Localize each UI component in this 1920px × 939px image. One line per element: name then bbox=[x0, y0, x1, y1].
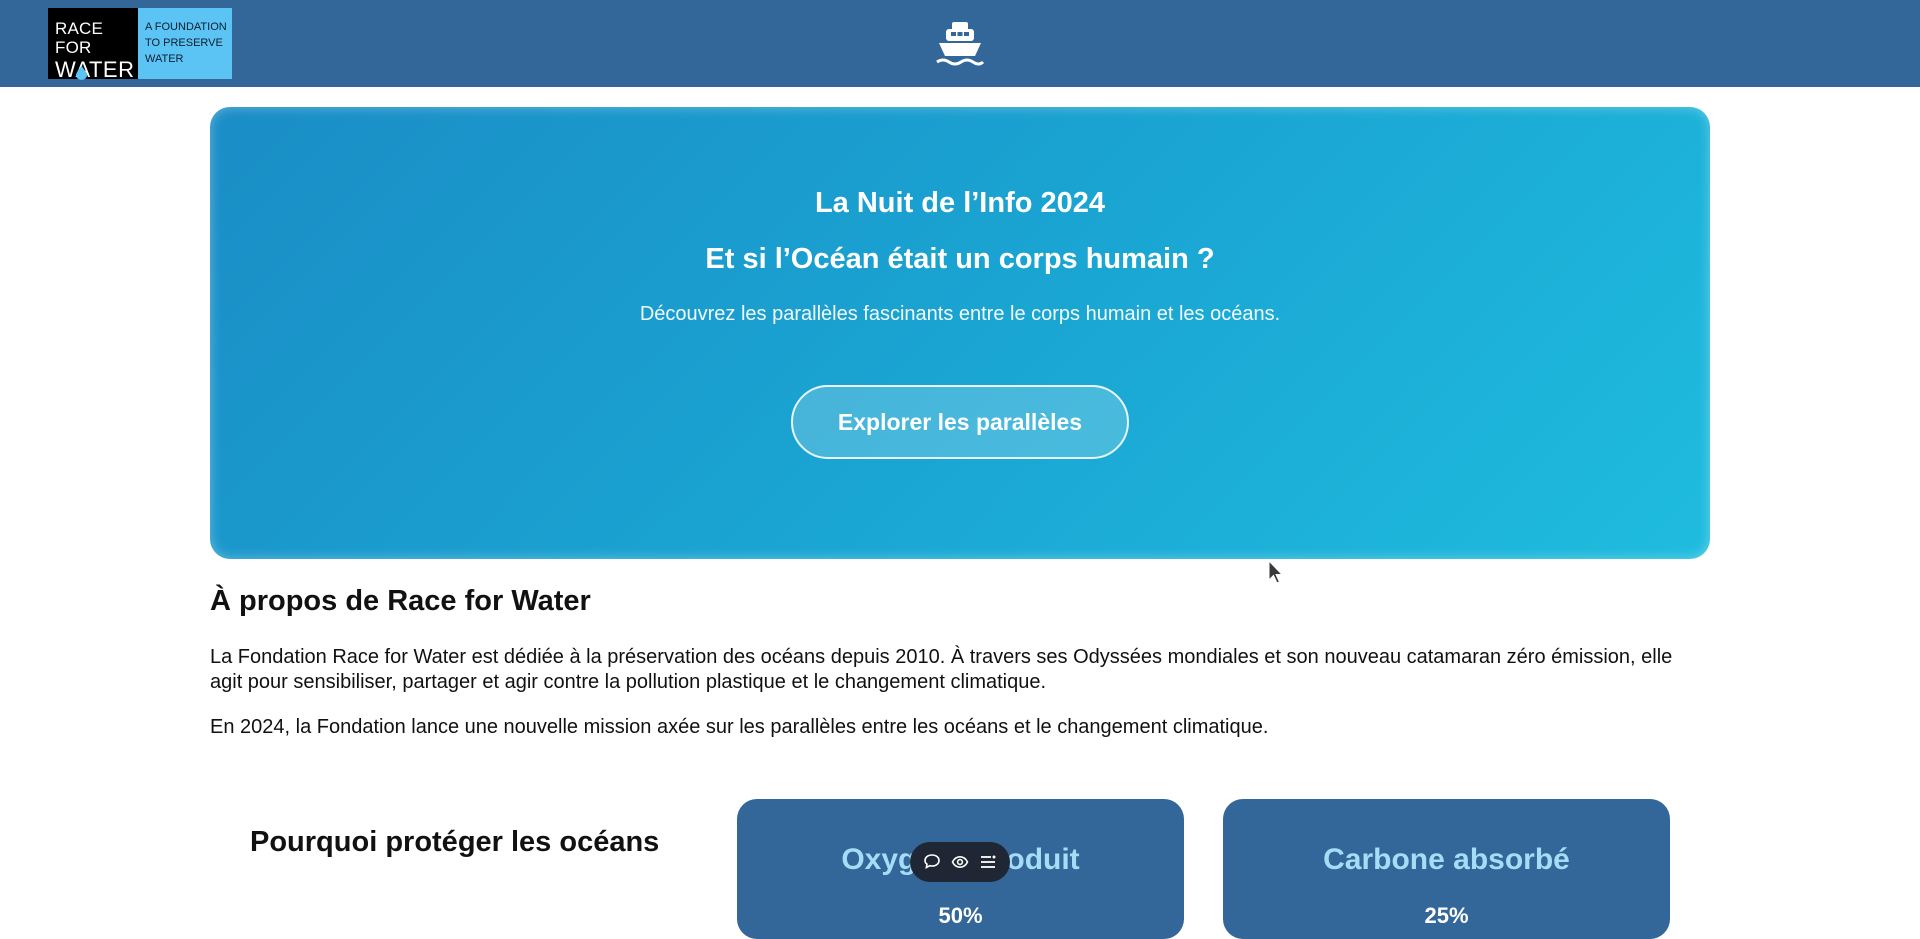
why-protect-oceans-title: Pourquoi protéger les océans bbox=[250, 826, 660, 858]
top-navbar: RACE FOR WATER A FOUNDATION TO PRESERVE … bbox=[0, 0, 1920, 87]
about-section-title: À propos de Race for Water bbox=[210, 585, 591, 617]
ship-icon[interactable] bbox=[935, 20, 985, 68]
hero-title: La Nuit de l’Info 2024 bbox=[814, 187, 1106, 219]
logo-tagline-line: WATER bbox=[145, 53, 184, 65]
comment-icon bbox=[924, 854, 940, 869]
menu-icon bbox=[981, 855, 996, 868]
logo-line2: WATER bbox=[55, 57, 138, 83]
logo-line1: RACE FOR bbox=[55, 19, 104, 57]
hero-subtitle: Et si l’Océan était un corps humain ? bbox=[705, 243, 1215, 275]
logo-line2-text: WATER bbox=[55, 57, 135, 82]
comment-button[interactable] bbox=[921, 851, 943, 873]
hero-banner: La Nuit de l’Info 2024 Et si l’Océan éta… bbox=[210, 107, 1710, 559]
stat-card-title: Carbone absorbé bbox=[1323, 843, 1570, 876]
water-drop-icon bbox=[76, 66, 87, 80]
about-paragraph: En 2024, la Fondation lance une nouvelle… bbox=[210, 716, 1269, 738]
logo-tagline: A FOUNDATION TO PRESERVE WATER bbox=[138, 8, 232, 79]
eye-icon bbox=[951, 855, 969, 869]
stat-card-carbon: Carbone absorbé 25% bbox=[1223, 799, 1670, 939]
explore-parallels-button[interactable]: Explorer les parallèles bbox=[791, 385, 1129, 459]
stat-card-value: 50% bbox=[938, 903, 983, 928]
mouse-pointer-icon bbox=[1268, 560, 1284, 584]
floating-toolbar bbox=[910, 842, 1010, 882]
logo-tagline-line: A FOUNDATION bbox=[145, 21, 227, 33]
menu-button[interactable] bbox=[977, 851, 999, 873]
logo-tagline-line: TO PRESERVE bbox=[145, 37, 223, 49]
logo-wordmark: RACE FOR WATER bbox=[48, 8, 138, 82]
view-button[interactable] bbox=[949, 851, 971, 873]
hero-description: Découvrez les parallèles fascinants entr… bbox=[639, 303, 1281, 325]
about-paragraph: La Fondation Race for Water est dédiée à… bbox=[210, 646, 1673, 693]
stat-card-value: 25% bbox=[1424, 903, 1469, 928]
race-for-water-logo[interactable]: RACE FOR WATER A FOUNDATION TO PRESERVE … bbox=[48, 8, 232, 82]
